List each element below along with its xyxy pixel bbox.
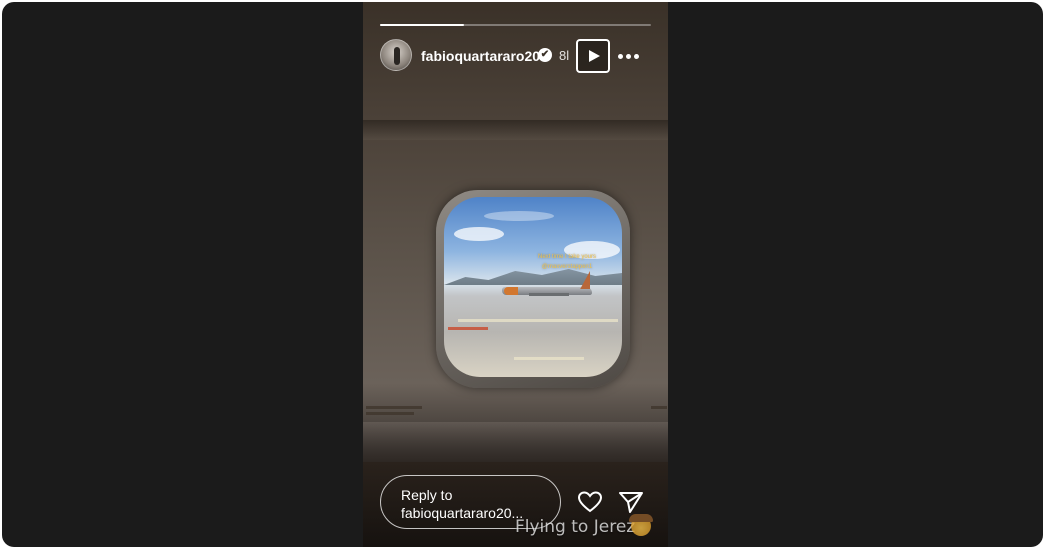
more-options-icon-dot [626,54,631,59]
verified-badge-icon: ✔ [538,48,552,62]
wall-decal [366,412,414,415]
share-button[interactable] [618,489,644,515]
send-icon [619,492,643,513]
time-ago: 8l [559,48,570,63]
cloud [484,211,554,221]
watermark-caption: Flying to Jerez [515,517,636,537]
more-options-button[interactable] [618,46,642,66]
jet-wing [529,293,569,296]
cloud [454,227,504,241]
airplane-window-view: Next time I take yours @maxverstappen1 [444,197,622,377]
runway-marking [458,319,618,322]
reply-placeholder-line1: Reply to [401,487,453,503]
cabin-ceiling-band [363,120,668,140]
play-button[interactable] [576,39,610,73]
cowboy-emoji-icon [629,514,653,536]
like-button[interactable] [577,489,603,515]
airplane-window-frame: Next time I take yours @maxverstappen1 [436,190,630,388]
runway-marking [448,327,488,330]
more-options-icon [618,54,623,59]
story-card: fabioquartararo20 ✔ 8l Next time I take … [363,2,668,547]
wall-decal [651,406,667,409]
runway-marking [514,357,584,360]
story-progress-fill [380,24,464,26]
jet-nose-livery [504,287,518,295]
username[interactable]: fabioquartararo20 [421,48,540,64]
wall-decal [366,406,422,409]
story-overlay-caption: Next time I take yours @maxverstappen1 [537,254,597,270]
more-options-icon-dot [634,54,639,59]
avatar[interactable] [380,39,412,71]
story-viewer-backdrop: fabioquartararo20 ✔ 8l Next time I take … [2,2,1043,547]
cabin-wall-lower [363,422,668,462]
story-progress-bar [380,24,651,26]
play-icon [589,50,600,62]
heart-icon [577,491,603,513]
